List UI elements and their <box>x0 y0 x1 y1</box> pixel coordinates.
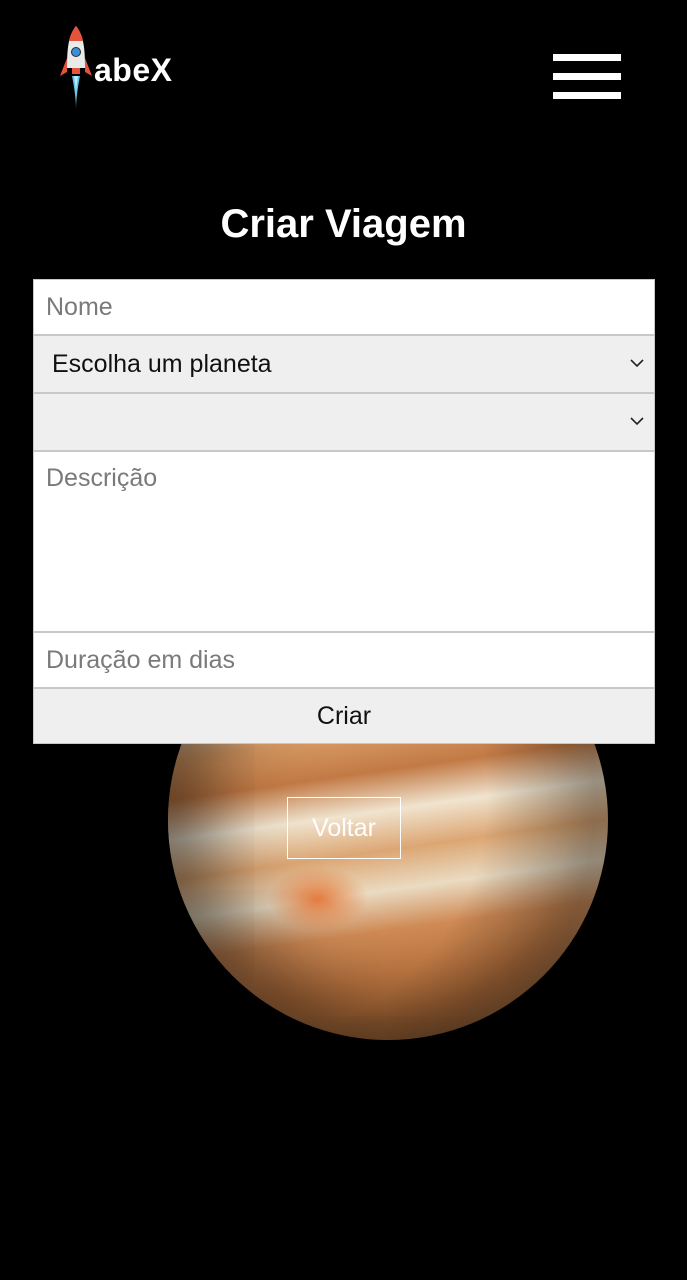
hamburger-menu-icon <box>553 73 621 80</box>
hamburger-menu-icon <box>553 92 621 99</box>
hamburger-menu-icon <box>553 54 621 61</box>
planet-select[interactable]: Escolha um planeta <box>33 335 655 393</box>
chevron-down-icon <box>630 359 644 368</box>
duration-days-input[interactable] <box>33 632 655 688</box>
name-input[interactable] <box>33 279 655 335</box>
page-title: Criar Viagem <box>220 202 467 246</box>
description-textarea[interactable] <box>33 451 655 632</box>
planet-select-value: Escolha um planeta <box>52 350 272 378</box>
brand-logo[interactable]: abeX <box>58 24 198 114</box>
rocket-icon <box>60 26 92 110</box>
create-button[interactable]: Criar <box>33 688 655 744</box>
create-trip-form: Escolha um planeta Criar <box>33 279 655 744</box>
chevron-down-icon <box>630 417 644 426</box>
secondary-select[interactable] <box>33 393 655 451</box>
back-button[interactable]: Voltar <box>287 797 401 859</box>
brand-name: abeX <box>94 52 173 88</box>
hamburger-menu-button[interactable] <box>553 54 621 100</box>
